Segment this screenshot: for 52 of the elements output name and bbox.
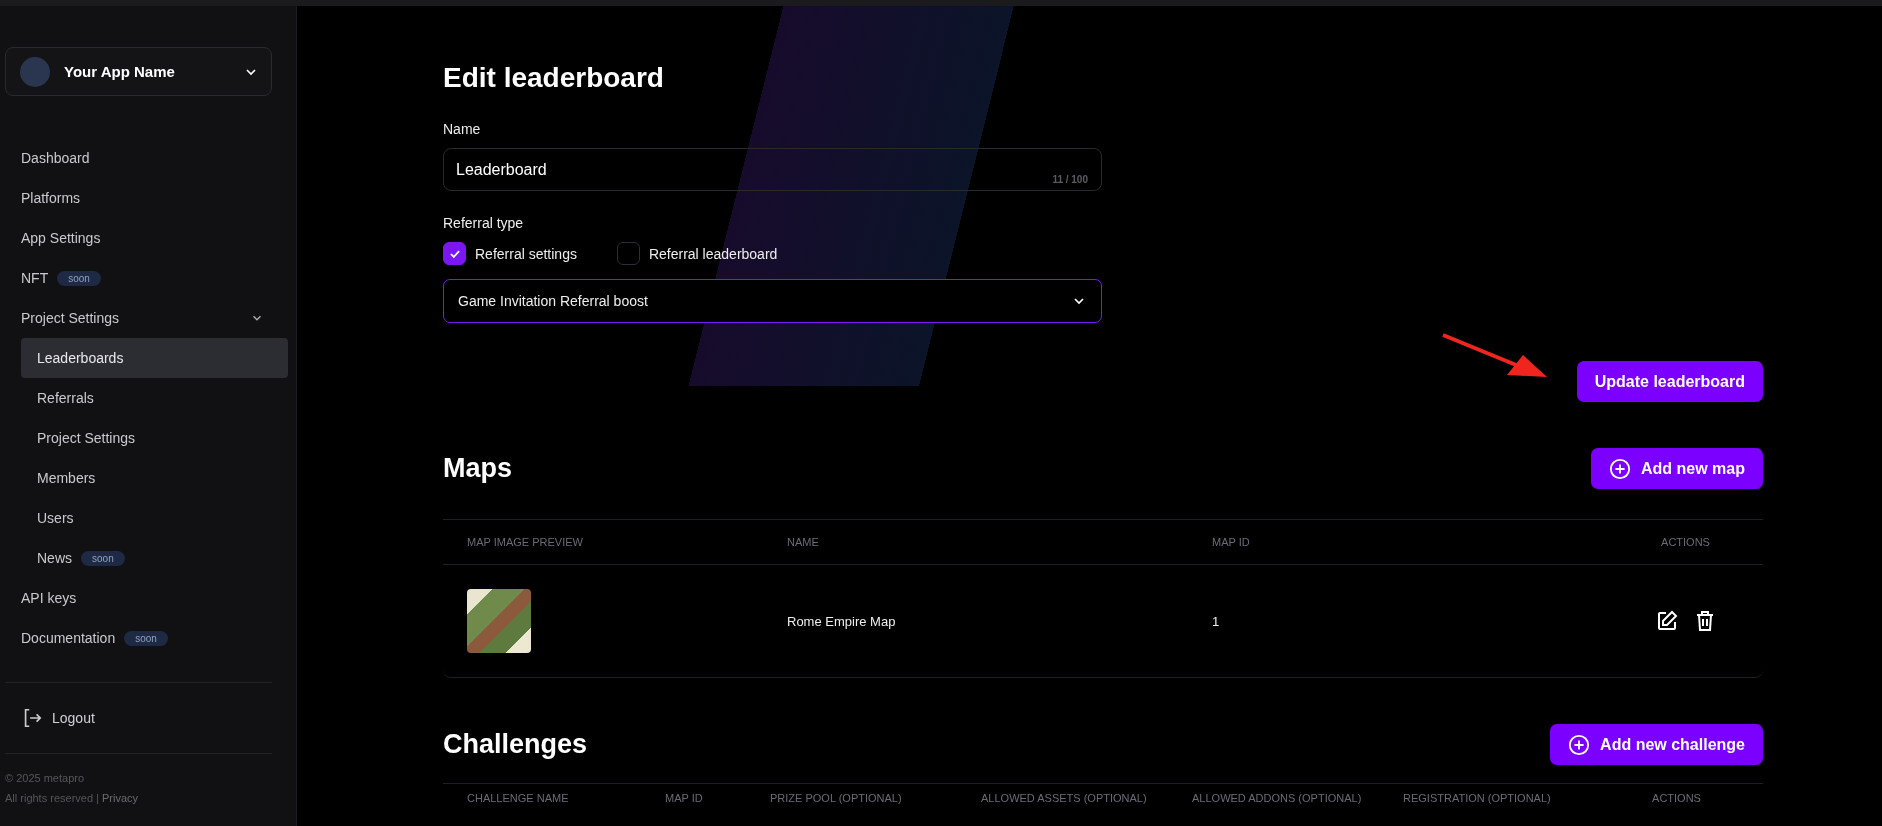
rights-text: All rights reserved | <box>5 792 99 804</box>
column-header: ACTIONS <box>1652 792 1701 804</box>
soon-badge: soon <box>81 550 125 566</box>
add-challenge-button[interactable]: Add new challenge <box>1550 724 1763 765</box>
map-thumbnail-placeholder <box>467 589 531 653</box>
column-header: ALLOWED ASSETS (OPTIONAL) <box>981 792 1147 804</box>
privacy-link[interactable]: Privacy <box>102 792 139 804</box>
sidebar-item[interactable]: Users <box>21 498 288 538</box>
plus-circle-icon <box>1568 733 1591 756</box>
column-header: MAP ID <box>665 792 703 804</box>
column-header: ALLOWED ADDONS (OPTIONAL) <box>1192 792 1362 804</box>
sidebar-item[interactable]: Documentation soon <box>21 618 288 658</box>
sidebar-item[interactable]: Leaderboards <box>21 338 288 378</box>
column-header: MAP ID <box>1212 536 1250 548</box>
referral-select[interactable]: Game Invitation Referral boost <box>443 279 1102 323</box>
app-avatar <box>20 56 50 87</box>
sidebar-item[interactable]: NFT soon <box>21 258 288 298</box>
sidebar-item[interactable]: News soon <box>21 538 288 578</box>
sidebar-item[interactable]: App Settings <box>21 218 288 258</box>
sidebar-item[interactable]: Platforms <box>21 178 288 218</box>
column-header: ACTIONS <box>1661 536 1710 548</box>
sidebar-item[interactable]: Referrals <box>21 378 288 418</box>
sidebar-item[interactable]: Project Settings <box>21 298 288 338</box>
table-cell-text: 1 <box>1212 613 1221 629</box>
checkbox-label: Referral settings <box>475 245 577 262</box>
checkbox[interactable] <box>616 242 640 265</box>
challenges-heading: Challenges <box>443 729 588 760</box>
checkbox-label: Referral leaderboard <box>648 245 778 262</box>
soon-badge: soon <box>124 630 168 646</box>
sidebar-item[interactable]: API keys <box>21 578 288 618</box>
column-header: MAP IMAGE PREVIEW <box>467 536 583 548</box>
copyright-text: © 2025 metapro <box>5 771 86 786</box>
table-cell-text: Rome Empire Map <box>787 613 897 629</box>
column-header: REGISTRATION (OPTIONAL) <box>1403 792 1551 804</box>
soon-badge: soon <box>57 270 101 286</box>
name-label: Name <box>443 121 482 137</box>
maps-heading: Maps <box>443 453 513 484</box>
plus-circle-icon <box>1609 457 1631 480</box>
referral-type-label: Referral type <box>443 215 525 231</box>
column-header: CHALLENGE NAME <box>467 792 569 804</box>
character-counter: 11 / 100 <box>1052 174 1088 185</box>
sidebar-item[interactable]: Project Settings <box>21 418 288 458</box>
logout-button[interactable]: Logout <box>21 707 288 729</box>
sidebar-item[interactable]: Dashboard <box>21 138 288 178</box>
app-selector[interactable]: Your App Name <box>5 47 272 96</box>
page-title: Edit leaderboard <box>443 62 665 94</box>
column-header: NAME <box>787 536 819 548</box>
sidebar-item[interactable]: Members <box>21 458 288 498</box>
add-map-button[interactable]: Add new map <box>1591 448 1763 489</box>
checkbox[interactable] <box>443 242 466 265</box>
update-leaderboard-button[interactable]: Update leaderboard <box>1576 361 1763 402</box>
column-header: PRIZE POOL (OPTIONAL) <box>770 792 902 804</box>
